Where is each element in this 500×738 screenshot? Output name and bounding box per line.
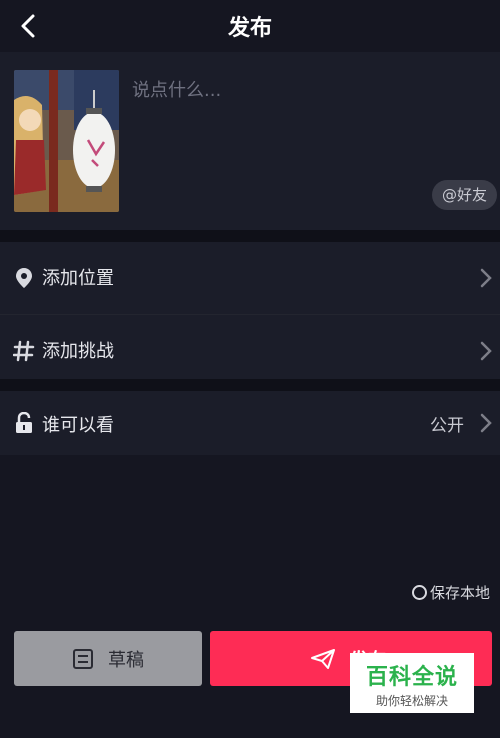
chevron-right-icon [480, 413, 492, 433]
radio-unchecked-icon [411, 585, 427, 600]
send-plane-icon [311, 648, 335, 669]
watermark-badge: 百科全说 助你轻松解决 [350, 653, 474, 713]
draft-button[interactable]: 草稿 [14, 631, 202, 686]
chevron-right-icon [480, 341, 492, 361]
mention-friends-button[interactable]: @好友 [431, 180, 497, 210]
watermark-subtitle: 助你轻松解决 [375, 694, 448, 708]
save-local-label: 保存本地 [429, 584, 490, 602]
compose-panel: @好友 [0, 52, 500, 230]
hashtag-icon [13, 339, 35, 363]
unlock-icon [13, 411, 35, 435]
draft-label: 草稿 [108, 649, 144, 671]
caption-input[interactable] [132, 70, 472, 110]
visibility-label: 谁可以看 [42, 415, 114, 436]
section-divider [0, 230, 500, 242]
save-local-toggle[interactable]: 保存本地 [411, 582, 490, 603]
chevron-right-icon [480, 268, 492, 288]
visibility-row[interactable]: 谁可以看 公开 [0, 391, 500, 455]
cover-image [14, 70, 119, 212]
watermark-title: 百科全说 [365, 665, 458, 690]
location-pin-icon [13, 266, 35, 290]
draft-box-icon [73, 648, 93, 669]
video-cover-thumbnail[interactable] [14, 70, 119, 212]
top-bar: 发布 [0, 0, 500, 52]
add-location-row[interactable]: 添加位置 [0, 242, 500, 314]
add-challenge-row[interactable]: 添加挑战 [0, 315, 500, 387]
page-title: 发布 [227, 16, 272, 41]
add-challenge-label: 添加挑战 [42, 341, 114, 362]
section-divider [0, 379, 500, 391]
add-location-label: 添加位置 [42, 268, 114, 289]
visibility-value: 公开 [430, 416, 464, 436]
